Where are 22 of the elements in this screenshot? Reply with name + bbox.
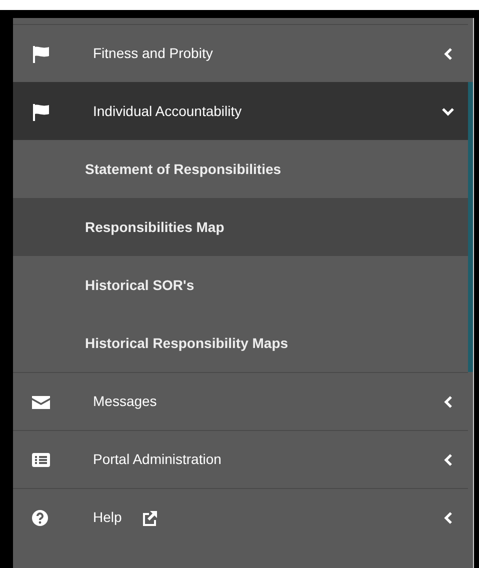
menu-label: Messages — [93, 392, 157, 411]
chevron-left-icon — [442, 510, 454, 524]
submenu-item[interactable]: Historical Responsibility Maps — [13, 314, 468, 372]
flag-icon — [31, 102, 51, 120]
menu-item[interactable]: Messages — [13, 372, 468, 430]
submenu-item[interactable]: Responsibilities Map — [13, 198, 468, 256]
menu-label: Individual Accountability — [93, 102, 242, 121]
flag-icon — [31, 44, 51, 62]
menu-item[interactable]: Help — [13, 488, 468, 546]
help-icon — [31, 508, 51, 526]
menu-item[interactable]: Portal Administration — [13, 430, 468, 488]
menu-label: Portal Administration — [93, 450, 222, 469]
chevron-left-icon — [442, 46, 454, 60]
menu-label: Fitness and Probity — [93, 44, 213, 63]
submenu-item[interactable]: Statement of Responsibilities — [13, 140, 468, 198]
menu-label: Help — [93, 508, 122, 527]
list-icon — [31, 450, 51, 468]
scrollbar[interactable] — [468, 82, 473, 372]
chevron-left-icon — [442, 452, 454, 466]
chevron-left-icon — [442, 394, 454, 408]
submenu-item[interactable]: Historical SOR's — [13, 256, 468, 314]
menu-item[interactable]: Individual Accountability — [13, 82, 468, 140]
